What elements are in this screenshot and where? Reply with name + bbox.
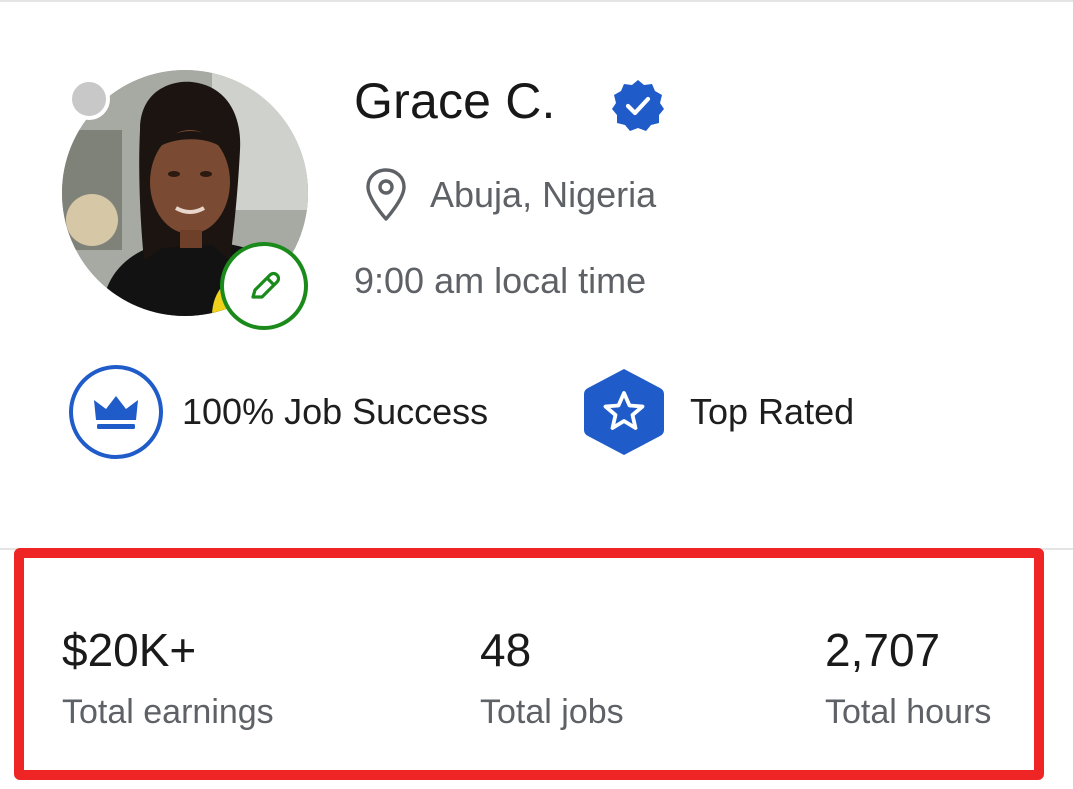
online-status-dot <box>68 78 110 120</box>
verified-badge-icon <box>612 80 664 131</box>
stat-value: 2,707 <box>825 624 941 676</box>
stat-value: $20K+ <box>62 624 197 676</box>
location-text: Abuja, Nigeria <box>430 174 657 215</box>
stat-total-earnings: $20K+ Total earnings <box>62 620 274 734</box>
crown-icon <box>69 365 163 459</box>
job-success-label: 100% Job Success <box>182 391 489 432</box>
stat-total-jobs: 48 Total jobs <box>480 620 624 734</box>
top-divider <box>0 0 1073 2</box>
profile-name: Grace C. <box>354 73 556 129</box>
location-pin-icon <box>366 168 406 221</box>
local-time: 9:00 am local time <box>354 260 647 301</box>
stat-label: Total earnings <box>62 693 274 731</box>
badge-top-rated[interactable]: Top Rated <box>576 364 854 460</box>
badge-job-success[interactable]: 100% Job Success <box>68 364 488 460</box>
stat-label: Total jobs <box>480 693 624 731</box>
star-badge-icon <box>584 369 664 455</box>
job-success-badge-icon <box>68 364 164 460</box>
edit-photo-button[interactable] <box>220 242 308 330</box>
top-rated-badge-icon <box>576 364 672 460</box>
stat-total-hours: 2,707 Total hours <box>825 620 991 734</box>
stat-value: 48 <box>480 624 532 676</box>
pencil-icon <box>251 271 281 299</box>
location-row: Abuja, Nigeria <box>364 166 656 224</box>
stat-label: Total hours <box>825 693 992 731</box>
top-rated-label: Top Rated <box>690 391 855 432</box>
